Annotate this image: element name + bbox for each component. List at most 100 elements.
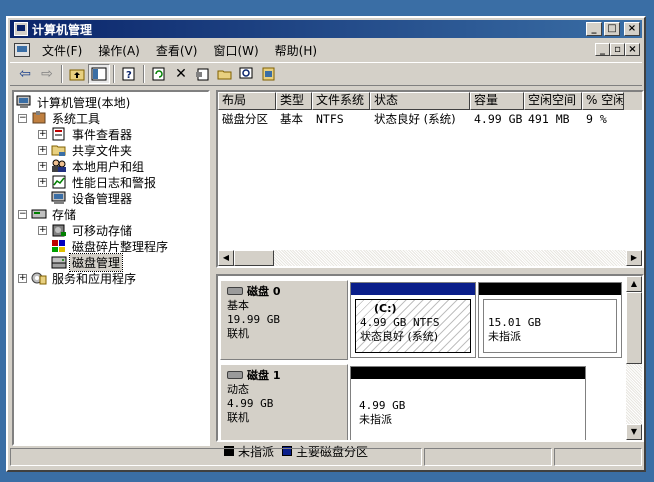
show-hide-tree-icon[interactable]	[88, 64, 110, 84]
column-header-type[interactable]: 类型	[276, 92, 312, 110]
column-header-capacity[interactable]: 容量	[470, 92, 524, 110]
expand-icon[interactable]: +	[38, 129, 47, 139]
status-bar	[10, 448, 642, 468]
removable-storage-icon	[51, 223, 67, 237]
tree-label: 设备管理器	[72, 191, 133, 206]
tree-label: 事件查看器	[72, 127, 133, 142]
tree-node-perf-logs[interactable]: + 性能日志和警报	[38, 174, 158, 190]
expand-icon[interactable]: +	[38, 161, 47, 171]
console-menu-icon[interactable]	[14, 43, 30, 57]
partition-status: 未指派	[359, 413, 392, 426]
menu-window[interactable]: 窗口(W)	[205, 42, 266, 59]
partition-title: (C:)	[374, 302, 397, 315]
tree-node-removable-storage[interactable]: + 可移动存储	[38, 222, 134, 238]
tree-label: 可移动存储	[72, 223, 133, 238]
disk-size: 19.99 GB	[227, 313, 280, 326]
find-icon[interactable]	[236, 64, 258, 84]
disk-status: 联机	[227, 411, 249, 424]
tree-node-services-apps[interactable]: + 服务和应用程序	[18, 270, 138, 286]
tree-node-system-tools[interactable]: − 系统工具	[18, 110, 102, 126]
tree-node-root[interactable]: 计算机管理(本地)	[16, 94, 132, 110]
partition-c[interactable]: (C:) 4.99 GB NTFS 状态良好 (系统)	[350, 282, 476, 358]
column-header-percent-free[interactable]: % 空闲	[582, 92, 624, 110]
tree-label: 共享文件夹	[72, 143, 133, 158]
export-icon[interactable]	[258, 64, 280, 84]
tree-node-event-viewer[interactable]: + 事件查看器	[38, 126, 134, 142]
scroll-track[interactable]	[274, 250, 626, 266]
tree-node-disk-management[interactable]: 磁盘管理	[51, 252, 124, 272]
collapse-icon[interactable]: −	[18, 209, 27, 219]
column-header-free-space[interactable]: 空闲空间	[524, 92, 582, 110]
scroll-left-button[interactable]: ◀	[218, 250, 234, 266]
unallocated-space-disk-1[interactable]: 4.99 GB 未指派	[350, 366, 586, 440]
disk-name: 磁盘 1	[247, 369, 281, 382]
tree-node-defrag[interactable]: 磁盘碎片整理程序	[51, 238, 170, 254]
menu-help[interactable]: 帮助(H)	[267, 42, 325, 59]
minimize-button[interactable]: _	[586, 22, 602, 36]
scroll-down-button[interactable]: ▼	[626, 424, 642, 440]
back-icon[interactable]: ⇦	[14, 64, 36, 84]
expand-icon[interactable]: +	[18, 273, 27, 283]
event-viewer-icon	[51, 127, 67, 141]
disk-0-label[interactable]: 磁盘 0 基本 19.99 GB 联机	[220, 280, 348, 360]
scroll-up-button[interactable]: ▲	[626, 276, 642, 292]
delete-icon[interactable]: ✕	[170, 64, 192, 84]
mdi-restore-button[interactable]: ▫	[610, 43, 625, 56]
open-icon[interactable]	[214, 64, 236, 84]
tree-label-selected: 磁盘管理	[68, 252, 124, 272]
partition-size: 15.01 GB	[488, 316, 541, 329]
defrag-icon	[51, 239, 67, 253]
vertical-scrollbar[interactable]: ▲ ▼	[626, 276, 642, 440]
forward-icon[interactable]: ⇨	[36, 64, 58, 84]
close-button[interactable]: ×	[624, 22, 640, 36]
app-icon	[14, 22, 28, 36]
horizontal-scrollbar[interactable]: ◀ ▶	[218, 250, 642, 266]
tree-label: 系统工具	[52, 111, 101, 126]
tree-label: 性能日志和警报	[72, 175, 157, 190]
svg-text:?: ?	[126, 70, 132, 81]
mdi-minimize-button[interactable]: _	[595, 43, 610, 56]
performance-logs-icon	[51, 175, 67, 189]
expand-icon[interactable]: +	[38, 177, 47, 187]
status-panel-2	[424, 448, 552, 466]
tree-node-storage[interactable]: − 存储	[18, 206, 78, 222]
toolbar: ⇦ ⇨ ? ✕	[10, 62, 642, 86]
column-header-filesystem[interactable]: 文件系统	[312, 92, 370, 110]
expand-icon[interactable]: +	[38, 145, 47, 155]
disk-1-label[interactable]: 磁盘 1 动态 4.99 GB 联机	[220, 364, 348, 440]
tree-node-local-users[interactable]: + 本地用户和组	[38, 158, 146, 174]
disk-status: 联机	[227, 327, 249, 340]
table-row[interactable]: 磁盘分区 基本 NTFS 状态良好 (系统) 4.99 GB 491 MB 9 …	[218, 111, 642, 127]
title-bar[interactable]: 计算机管理 _ □ ×	[10, 20, 642, 38]
unallocated-bar	[479, 283, 621, 295]
scroll-thumb[interactable]	[626, 292, 642, 364]
unallocated-bar	[351, 367, 585, 379]
tree-node-shared-folders[interactable]: + 共享文件夹	[38, 142, 134, 158]
disk-0-row: 磁盘 0 基本 19.99 GB 联机 (C:) 4.99 GB NTFS 状态…	[220, 280, 624, 360]
disk-management-icon	[51, 255, 67, 269]
disk-1-row: 磁盘 1 动态 4.99 GB 联机 4.99 GB 未指派	[220, 364, 624, 440]
collapse-icon[interactable]: −	[18, 113, 27, 123]
maximize-button[interactable]: □	[604, 22, 620, 36]
cell-type: 基本	[280, 112, 303, 126]
disk-size: 4.99 GB	[227, 397, 274, 410]
up-icon[interactable]	[66, 64, 88, 84]
scroll-track[interactable]	[626, 364, 642, 424]
menu-file[interactable]: 文件(F)	[34, 42, 90, 59]
menu-action[interactable]: 操作(A)	[90, 42, 148, 59]
column-header-status[interactable]: 状态	[370, 92, 470, 110]
expand-icon[interactable]: +	[38, 225, 47, 235]
status-panel-3	[554, 448, 642, 466]
mdi-close-button[interactable]: ×	[625, 43, 640, 56]
help-icon[interactable]: ?	[118, 64, 140, 84]
column-header-layout[interactable]: 布局	[218, 92, 276, 110]
tree-node-device-manager[interactable]: 设备管理器	[51, 190, 134, 206]
disk-name: 磁盘 0	[247, 285, 281, 298]
unallocated-space-disk-0[interactable]: 15.01 GB 未指派	[478, 282, 622, 358]
menu-view[interactable]: 查看(V)	[148, 42, 206, 59]
computer-icon	[16, 95, 32, 109]
properties-icon[interactable]	[192, 64, 214, 84]
scroll-thumb[interactable]	[234, 250, 274, 266]
refresh-icon[interactable]	[148, 64, 170, 84]
scroll-right-button[interactable]: ▶	[626, 250, 642, 266]
